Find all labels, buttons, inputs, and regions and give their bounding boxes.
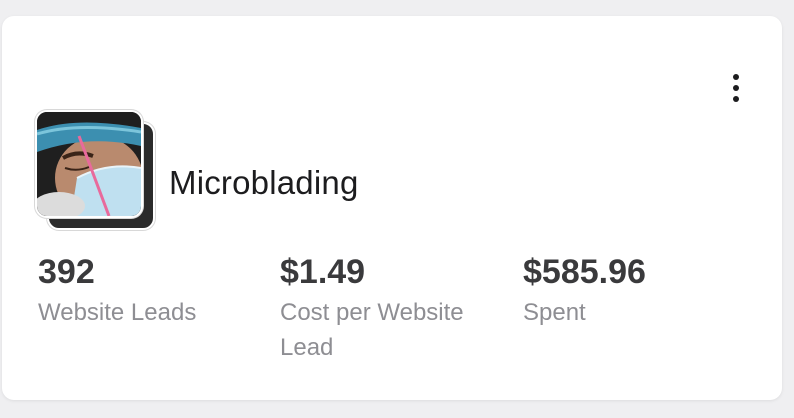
campaign-thumbnail[interactable] [35,110,155,230]
campaign-photo [35,110,143,218]
metric-cost-per-lead: $1.49 Cost per Website Lead [280,252,464,365]
metric-spent: $585.96 Spent [523,252,646,330]
metric-value: $585.96 [523,253,646,291]
campaign-photo-illustration [37,112,141,216]
metric-value: $1.49 [280,253,366,291]
more-options-button[interactable] [718,66,754,110]
metric-value: 392 [38,253,95,291]
more-vertical-icon-dot-3 [733,96,739,102]
more-vertical-icon [733,74,739,80]
more-vertical-icon-dot-2 [733,85,739,91]
metric-label-line-1: Cost per Website [280,299,464,326]
metric-website-leads: 392 Website Leads [38,252,196,330]
campaign-title: Microblading [169,164,359,201]
metric-label: Website Leads [38,299,197,326]
metric-label: Spent [523,299,586,326]
metric-label-line-2: Lead [280,334,334,361]
metric-label: Cost per Website Lead [280,295,464,365]
campaign-card[interactable]: Microblading 392 Website Leads $1.49 Cos… [2,16,782,400]
